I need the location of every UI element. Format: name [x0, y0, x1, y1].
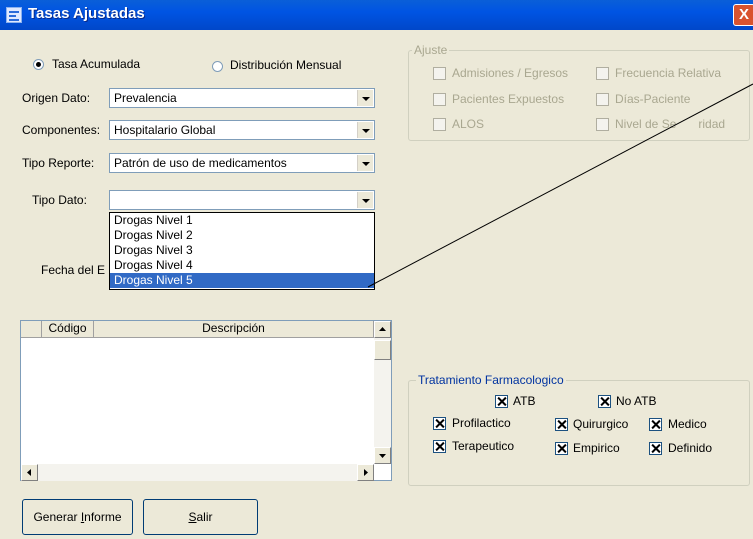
tasas-ajustadas-window: Tasas Ajustadas X Tasa Acumulada Distrib…	[0, 0, 753, 539]
annotation-pointer-line	[367, 83, 753, 288]
